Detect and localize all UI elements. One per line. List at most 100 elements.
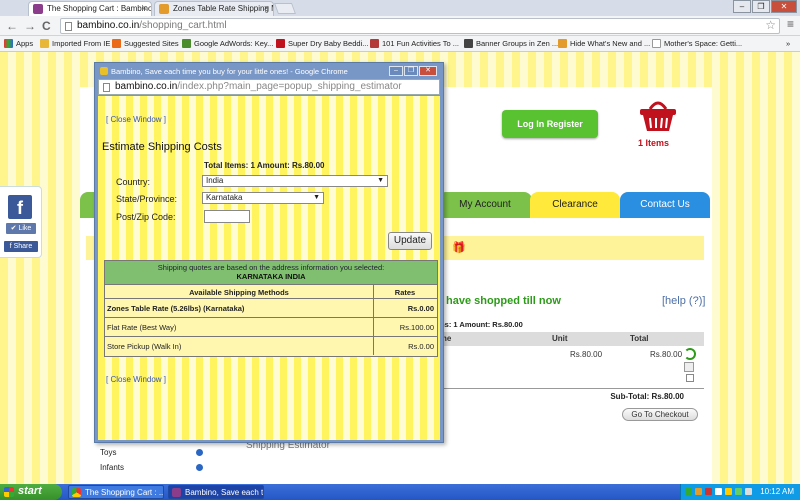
network-icon[interactable] <box>735 488 742 495</box>
tray-icon[interactable] <box>715 488 722 495</box>
sidebar-item-infants[interactable]: Infants <box>100 463 203 472</box>
popup-address-bar[interactable]: bambino.co.in/index.php?main_page=popup_… <box>98 79 440 95</box>
table-header-row: Available Shipping Methods Rates <box>105 285 437 303</box>
tray-icon[interactable] <box>725 488 732 495</box>
cart-item-count[interactable]: 1 Items <box>638 138 669 148</box>
country-label: Country: <box>116 177 151 187</box>
shopped-heading: have shopped till now <box>446 295 561 307</box>
bookmark-apps[interactable]: Apps <box>4 39 33 48</box>
tray-icon[interactable] <box>695 488 702 495</box>
page-icon <box>65 22 72 31</box>
popup-totals: Total Items: 1 Amount: Rs.80.00 <box>204 161 325 170</box>
bookmark-hide-whats-new[interactable]: Hide What's New and ... <box>558 39 650 48</box>
bullet-icon <box>196 464 203 471</box>
trash-icon[interactable] <box>684 362 694 372</box>
tab-label: The Shopping Cart : Bambino <box>47 4 152 13</box>
cart-unit-price: Rs.80.00 <box>570 350 603 359</box>
bookmark-suggested[interactable]: Suggested Sites <box>112 39 179 48</box>
refresh-icon[interactable] <box>684 348 696 360</box>
address-bar[interactable]: bambino.co.in/shopping_cart.html <box>60 18 780 34</box>
tab-label: Zones Table Rate Shipping M <box>173 4 274 13</box>
popup-title-bar[interactable]: Bambino, Save each time you buy for your… <box>97 64 441 78</box>
bookmark-baby-bedding[interactable]: Super Dry Baby Beddi... <box>276 39 368 48</box>
close-window-link[interactable]: [ Close Window ] <box>106 115 166 124</box>
tab-close-icon[interactable]: × <box>142 3 147 13</box>
url-host: bambino.co.in <box>77 20 140 31</box>
bookmarks-overflow-icon[interactable]: » <box>786 39 790 48</box>
bookmark-star-icon[interactable]: ☆ <box>765 18 776 32</box>
table-row[interactable]: Zones Table Rate (5.26lbs) (Karnataka) R… <box>105 299 437 318</box>
zip-label: Post/Zip Code: <box>116 212 176 222</box>
ie-icon <box>112 39 121 48</box>
facebook-like-button[interactable]: ✔ Like <box>6 223 36 234</box>
close-window-link-bottom[interactable]: [ Close Window ] <box>106 375 166 384</box>
windows-flag-icon <box>4 487 14 497</box>
back-arrow-icon[interactable]: ← <box>6 19 18 33</box>
site-favicon-icon <box>159 4 169 14</box>
popup-minimize-button[interactable]: – <box>389 66 403 76</box>
nav-tab-partial[interactable] <box>80 192 94 218</box>
site-favicon-icon <box>558 39 567 48</box>
estimate-heading: Estimate Shipping Costs <box>102 141 222 153</box>
cart-summary: ms: 1 Amount: Rs.80.00 <box>438 320 523 329</box>
apps-grid-icon <box>4 39 13 48</box>
cart-table-header: ne Unit Total <box>438 332 704 346</box>
forward-arrow-icon[interactable]: → <box>24 19 36 33</box>
volume-icon[interactable] <box>745 488 752 495</box>
tab-zones-table-rate[interactable]: Zones Table Rate Shipping M × <box>154 1 274 16</box>
bookmark-mothers-space[interactable]: Mother's Space: Getti... <box>652 39 742 48</box>
shopping-basket-icon[interactable] <box>636 97 680 135</box>
state-select[interactable]: Karnataka ▼ <box>202 192 324 204</box>
table-row[interactable]: Flat Rate (Best Way) Rs.100.00 <box>105 318 437 337</box>
chevron-down-icon: ▼ <box>377 177 384 184</box>
tab-clearance[interactable]: Clearance <box>530 192 620 218</box>
cart-total-price: Rs.80.00 <box>650 350 683 359</box>
system-tray: 10:12 AM <box>680 484 800 500</box>
tray-icon[interactable] <box>705 488 712 495</box>
chrome-icon <box>72 488 81 497</box>
tab-contact-us[interactable]: Contact Us <box>620 192 710 218</box>
reload-icon[interactable]: C <box>42 19 51 33</box>
new-tab-button[interactable] <box>273 3 297 14</box>
close-window-button[interactable]: ✕ <box>771 0 797 13</box>
remove-checkbox[interactable] <box>686 374 694 382</box>
facebook-icon[interactable]: f <box>8 195 32 219</box>
tray-icon[interactable] <box>685 488 692 495</box>
bullet-icon <box>196 449 203 456</box>
start-button[interactable]: start <box>0 484 62 500</box>
clock[interactable]: 10:12 AM <box>760 487 794 496</box>
site-favicon-icon <box>370 39 379 48</box>
chrome-menu-icon[interactable]: ≡ <box>787 17 794 31</box>
bookmark-fun-activities[interactable]: 101 Fun Activities To ... <box>370 39 459 48</box>
browser-tab-bar: The Shopping Cart : Bambino × Zones Tabl… <box>0 0 800 16</box>
country-select[interactable]: India ▼ <box>202 175 388 187</box>
update-button[interactable]: Update <box>388 232 432 250</box>
help-link[interactable]: [help (?)] <box>662 295 705 307</box>
checkout-button[interactable]: Go To Checkout <box>622 408 698 421</box>
taskbar-chrome-bambino[interactable]: Bambino, Save each t... <box>168 485 264 499</box>
login-register-button[interactable]: Log In Register <box>502 110 598 138</box>
tab-close-icon[interactable]: × <box>264 3 269 13</box>
cart-subtotal: Sub-Total: Rs.80.00 <box>438 388 704 401</box>
restore-button[interactable]: ❐ <box>752 0 770 13</box>
page-icon <box>103 83 110 92</box>
bookmark-imported[interactable]: Imported From IE <box>40 39 110 48</box>
site-favicon-icon <box>464 39 473 48</box>
bookmark-banner-groups[interactable]: Banner Groups in Zen ... <box>464 39 558 48</box>
popup-restore-button[interactable]: ❐ <box>404 66 418 76</box>
taskbar-chrome-shopping-cart[interactable]: The Shopping Cart : ... <box>68 485 164 499</box>
facebook-share-button[interactable]: f Share <box>4 241 38 252</box>
quote-note: Shipping quotes are based on the address… <box>105 261 437 285</box>
bookmarks-bar: Apps Imported From IE Suggested Sites Go… <box>0 36 800 52</box>
state-label: State/Province: <box>116 194 178 204</box>
bookmark-adwords[interactable]: Google AdWords: Key... <box>182 39 273 48</box>
tab-my-account[interactable]: My Account <box>438 192 532 218</box>
table-row[interactable]: Store Pickup (Walk In) Rs.0.00 <box>105 337 437 356</box>
page-icon <box>652 39 661 48</box>
popup-close-button[interactable]: ✕ <box>419 66 437 76</box>
popup-window-controls: – ❐ ✕ <box>389 66 437 76</box>
tab-shopping-cart[interactable]: The Shopping Cart : Bambino × <box>28 1 152 16</box>
zip-input[interactable] <box>204 210 250 223</box>
minimize-button[interactable]: – <box>733 0 751 13</box>
sidebar-item-toys[interactable]: Toys <box>100 448 203 457</box>
